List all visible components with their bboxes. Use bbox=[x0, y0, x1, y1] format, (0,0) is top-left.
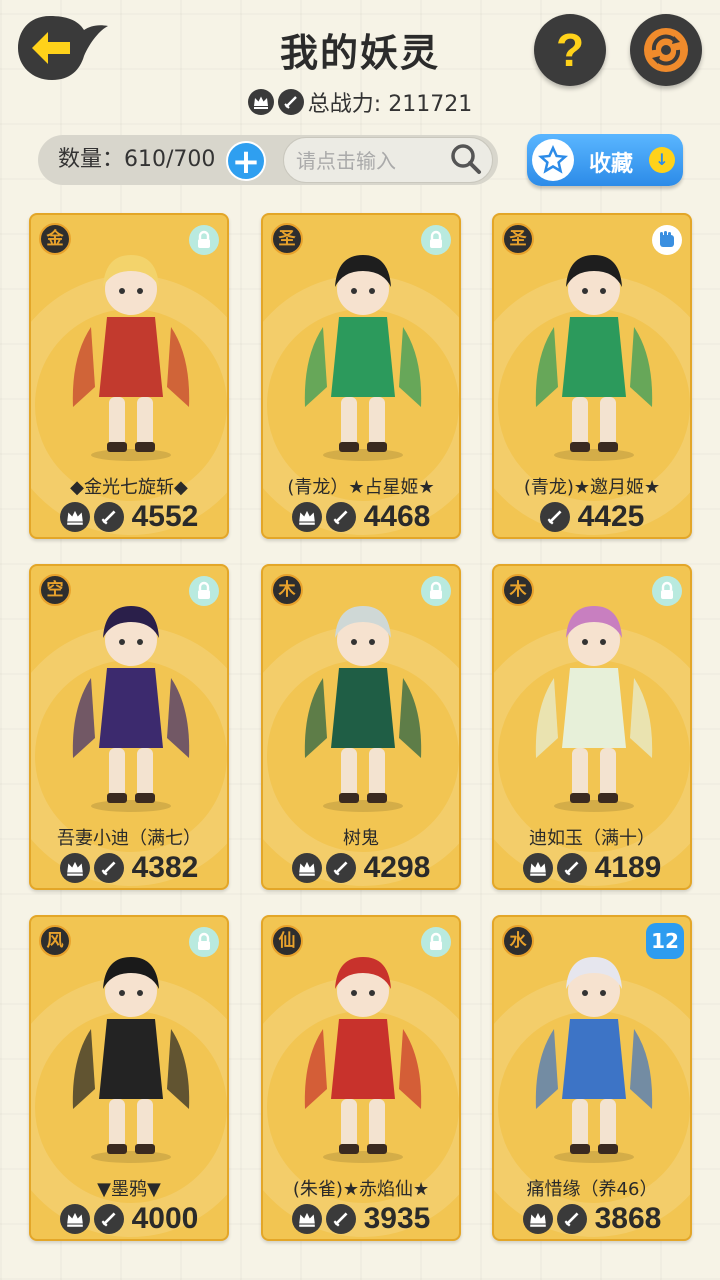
crown-icon bbox=[291, 853, 322, 883]
monster-card[interactable]: 风 ▼墨鸦▼ 4000 bbox=[29, 915, 229, 1241]
power-row: 4468 bbox=[263, 499, 459, 535]
page-title: 我的妖灵 bbox=[279, 31, 440, 75]
monster-card[interactable]: 木迪如玉（满十） 4189 bbox=[492, 564, 692, 890]
monster-name: (朱雀)★赤焰仙★ bbox=[292, 1179, 430, 1200]
power-value: 4000 bbox=[131, 1202, 199, 1235]
crown-icon bbox=[291, 502, 322, 532]
character-figure bbox=[535, 606, 653, 812]
refresh-cycle-icon bbox=[644, 28, 688, 72]
monster-card[interactable]: 空吾妻小迪（满七） 4382 bbox=[29, 564, 229, 890]
monster-name: (青龙）★占星姬★ bbox=[287, 477, 435, 498]
monster-card[interactable]: 木树鬼 4298 bbox=[261, 564, 461, 890]
monster-name: 痛惜缘（养46） bbox=[526, 1179, 658, 1200]
crown-icon bbox=[522, 1204, 553, 1234]
power-value: 4189 bbox=[594, 851, 662, 884]
power-value: 4552 bbox=[131, 500, 199, 533]
sword-icon bbox=[93, 853, 124, 883]
power-row: 4000 bbox=[31, 1201, 227, 1237]
sword-icon bbox=[556, 853, 587, 883]
crown-icon bbox=[522, 853, 553, 883]
add-capacity-button[interactable]: + bbox=[226, 141, 266, 181]
crown-icon bbox=[247, 89, 274, 115]
monster-card[interactable]: 水 12 痛惜缘（养46） 3868 bbox=[492, 915, 692, 1241]
character-figure bbox=[304, 957, 422, 1163]
character-figure bbox=[535, 957, 653, 1163]
power-value: 3935 bbox=[363, 1202, 431, 1235]
total-power-row: 总战力: 211721 bbox=[0, 86, 720, 118]
power-value: 4425 bbox=[577, 500, 645, 533]
character-figure bbox=[72, 255, 190, 461]
power-row: 4425 bbox=[494, 499, 690, 535]
help-button[interactable]: ? bbox=[534, 14, 606, 86]
refresh-button[interactable] bbox=[630, 14, 702, 86]
sword-icon bbox=[325, 502, 356, 532]
monster-name: 吾妻小迪（满七） bbox=[57, 828, 201, 849]
monster-card[interactable]: 圣 (青龙）★占星姬★ 4468 bbox=[261, 213, 461, 539]
sword-icon bbox=[277, 89, 304, 115]
character-figure bbox=[304, 606, 422, 812]
dropdown-arrow-icon: ↓ bbox=[649, 147, 675, 173]
sword-icon bbox=[556, 1204, 587, 1234]
monster-name: ▼墨鸦▼ bbox=[97, 1179, 161, 1200]
crown-icon bbox=[59, 853, 90, 883]
collect-label: 收藏 bbox=[589, 152, 634, 177]
crown-icon bbox=[59, 502, 90, 532]
power-row: 3935 bbox=[263, 1201, 459, 1237]
monster-name: (青龙)★邀月姬★ bbox=[523, 477, 661, 498]
power-row: 4552 bbox=[31, 499, 227, 535]
crown-icon bbox=[291, 1204, 322, 1234]
power-row: 4298 bbox=[263, 850, 459, 886]
monster-name: 树鬼 bbox=[343, 828, 379, 849]
total-power-text: 总战力: 211721 bbox=[307, 92, 473, 117]
question-icon: ? bbox=[555, 24, 585, 76]
star-icon bbox=[532, 139, 574, 181]
sword-icon bbox=[325, 853, 356, 883]
crown-icon bbox=[59, 1204, 90, 1234]
monster-name: ◆金光七旋斩◆ bbox=[70, 477, 188, 498]
power-value: 3868 bbox=[594, 1202, 662, 1235]
power-row: 3868 bbox=[494, 1201, 690, 1237]
character-figure bbox=[304, 255, 422, 461]
character-figure bbox=[72, 606, 190, 812]
power-row: 4189 bbox=[494, 850, 690, 886]
power-row: 4382 bbox=[31, 850, 227, 886]
collect-button[interactable]: 收藏 ↓ bbox=[527, 134, 683, 186]
monster-card[interactable]: 金 ◆金光七旋斩◆ 4552 bbox=[29, 213, 229, 539]
sword-icon bbox=[93, 502, 124, 532]
power-value: 4382 bbox=[131, 851, 199, 884]
character-figure bbox=[535, 255, 653, 461]
sword-icon bbox=[325, 1204, 356, 1234]
monster-card[interactable]: 仙 (朱雀)★赤焰仙★ 3935 bbox=[261, 915, 461, 1241]
monster-name: 迪如玉（满十） bbox=[529, 828, 655, 849]
power-value: 4468 bbox=[363, 500, 431, 533]
count-label: 数量：610/700 bbox=[58, 147, 216, 172]
character-figure bbox=[72, 957, 190, 1163]
monster-card[interactable]: 圣 (青龙)★邀月姬★ 4425 bbox=[492, 213, 692, 539]
search-input[interactable] bbox=[294, 143, 448, 179]
sword-icon bbox=[539, 502, 570, 532]
power-value: 4298 bbox=[363, 851, 431, 884]
search-icon[interactable] bbox=[448, 141, 484, 177]
sword-icon bbox=[93, 1204, 124, 1234]
